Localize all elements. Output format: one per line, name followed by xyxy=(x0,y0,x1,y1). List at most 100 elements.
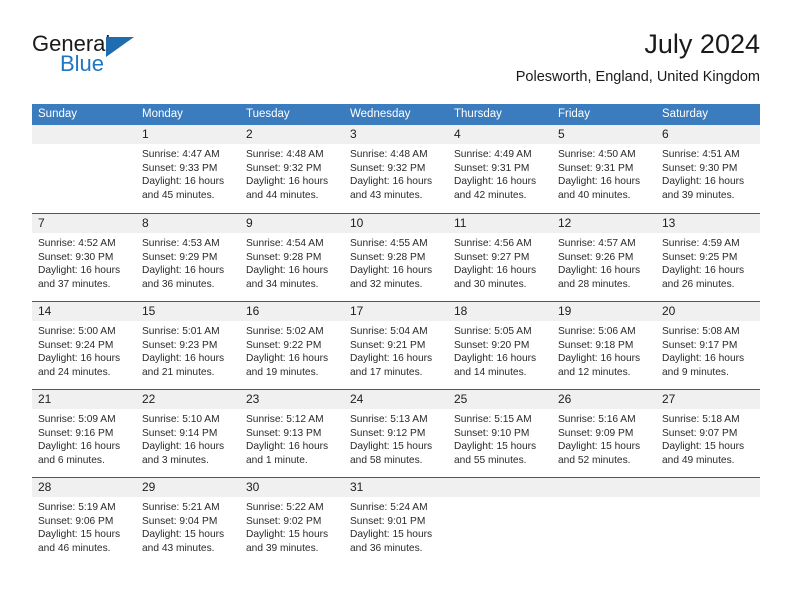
daylight-text-line1: Daylight: 15 hours xyxy=(350,441,433,453)
sunrise-text: Sunrise: 4:59 AM xyxy=(662,238,740,249)
sunset-text: Sunset: 9:01 PM xyxy=(350,515,426,527)
weekday-header-saturday: Saturday xyxy=(662,108,709,120)
sunrise-text: Sunrise: 4:49 AM xyxy=(454,149,532,160)
calendar-day-cell[interactable]: 7 Sunrise: 4:52 AM Sunset: 9:30 PM Daylight… xyxy=(32,214,136,301)
calendar-day-cell[interactable]: 30 Sunrise: 5:22 AM Sunset: 9:02 PM Dayligh… xyxy=(240,478,344,563)
calendar-cell-empty xyxy=(32,125,136,213)
sunset-text: Sunset: 9:18 PM xyxy=(558,339,634,351)
day-details: Sunrise: 5:08 AM Sunset: 9:17 PM Daylight:… xyxy=(656,321,760,379)
day-number: 22 xyxy=(136,390,240,409)
calendar-day-cell[interactable]: 10 Sunrise: 4:55 AM Sunset: 9:28 PM Dayligh… xyxy=(344,214,448,301)
location-subtitle: Polesworth, England, United Kingdom xyxy=(515,69,760,85)
day-number: 29 xyxy=(136,478,240,497)
calendar-day-cell[interactable]: 31 Sunrise: 5:24 AM Sunset: 9:01 PM Dayligh… xyxy=(344,478,448,563)
day-number: 20 xyxy=(656,302,760,321)
day-number: 30 xyxy=(240,478,344,497)
calendar-day-cell[interactable]: 2 Sunrise: 4:48 AM Sunset: 9:32 PM Daylight… xyxy=(240,125,344,213)
day-details: Sunrise: 5:12 AM Sunset: 9:13 PM Daylight:… xyxy=(240,409,344,467)
daylight-text-line2: and 24 minutes. xyxy=(38,366,111,378)
daylight-text-line1: Daylight: 16 hours xyxy=(246,265,329,277)
daylight-text-line2: and 52 minutes. xyxy=(558,454,631,466)
day-details: Sunrise: 5:09 AM Sunset: 9:16 PM Daylight:… xyxy=(32,409,136,467)
calendar-day-cell[interactable]: 25 Sunrise: 5:15 AM Sunset: 9:10 PM Dayligh… xyxy=(448,390,552,477)
day-details: Sunrise: 5:05 AM Sunset: 9:20 PM Daylight:… xyxy=(448,321,552,379)
sunrise-text: Sunrise: 4:48 AM xyxy=(350,149,428,160)
calendar-day-cell[interactable]: 18 Sunrise: 5:05 AM Sunset: 9:20 PM Dayligh… xyxy=(448,302,552,389)
calendar-day-cell[interactable]: 4 Sunrise: 4:49 AM Sunset: 9:31 PM Daylight… xyxy=(448,125,552,213)
calendar-day-cell[interactable]: 24 Sunrise: 5:13 AM Sunset: 9:12 PM Dayligh… xyxy=(344,390,448,477)
daylight-text-line2: and 42 minutes. xyxy=(454,189,527,201)
sunset-text: Sunset: 9:02 PM xyxy=(246,515,322,527)
daylight-text-line1: Daylight: 15 hours xyxy=(558,441,641,453)
calendar-day-cell[interactable]: 16 Sunrise: 5:02 AM Sunset: 9:22 PM Dayligh… xyxy=(240,302,344,389)
weekday-header-monday: Monday xyxy=(142,108,183,120)
day-details: Sunrise: 5:06 AM Sunset: 9:18 PM Daylight:… xyxy=(552,321,656,379)
sunset-text: Sunset: 9:32 PM xyxy=(246,162,322,174)
daylight-text-line2: and 12 minutes. xyxy=(558,366,631,378)
sunrise-text: Sunrise: 5:16 AM xyxy=(558,414,636,425)
daylight-text-line1: Daylight: 16 hours xyxy=(662,265,745,277)
calendar-day-cell[interactable]: 21 Sunrise: 5:09 AM Sunset: 9:16 PM Dayligh… xyxy=(32,390,136,477)
calendar-day-cell[interactable]: 17 Sunrise: 5:04 AM Sunset: 9:21 PM Dayligh… xyxy=(344,302,448,389)
day-number xyxy=(656,478,760,497)
sunrise-text: Sunrise: 5:02 AM xyxy=(246,326,324,337)
calendar-day-cell[interactable]: 6 Sunrise: 4:51 AM Sunset: 9:30 PM Daylight… xyxy=(656,125,760,213)
calendar-day-cell[interactable]: 12 Sunrise: 4:57 AM Sunset: 9:26 PM Dayligh… xyxy=(552,214,656,301)
calendar-day-cell[interactable]: 28 Sunrise: 5:19 AM Sunset: 9:06 PM Dayligh… xyxy=(32,478,136,563)
calendar-day-cell[interactable]: 3 Sunrise: 4:48 AM Sunset: 9:32 PM Daylight… xyxy=(344,125,448,213)
daylight-text-line1: Daylight: 16 hours xyxy=(246,353,329,365)
calendar-cell-empty xyxy=(552,478,656,563)
calendar-day-cell[interactable]: 22 Sunrise: 5:10 AM Sunset: 9:14 PM Dayligh… xyxy=(136,390,240,477)
daylight-text-line2: and 58 minutes. xyxy=(350,454,423,466)
calendar-day-cell[interactable]: 27 Sunrise: 5:18 AM Sunset: 9:07 PM Dayligh… xyxy=(656,390,760,477)
calendar-day-cell[interactable]: 13 Sunrise: 4:59 AM Sunset: 9:25 PM Dayligh… xyxy=(656,214,760,301)
day-details: Sunrise: 4:57 AM Sunset: 9:26 PM Daylight:… xyxy=(552,233,656,291)
daylight-text-line2: and 26 minutes. xyxy=(662,278,735,290)
sunrise-text: Sunrise: 4:47 AM xyxy=(142,149,220,160)
day-number: 27 xyxy=(656,390,760,409)
day-number: 19 xyxy=(552,302,656,321)
calendar-day-cell[interactable]: 5 Sunrise: 4:50 AM Sunset: 9:31 PM Daylight… xyxy=(552,125,656,213)
sunset-text: Sunset: 9:27 PM xyxy=(454,251,530,263)
day-number: 13 xyxy=(656,214,760,233)
calendar-day-cell[interactable]: 8 Sunrise: 4:53 AM Sunset: 9:29 PM Daylight… xyxy=(136,214,240,301)
calendar-day-cell[interactable]: 9 Sunrise: 4:54 AM Sunset: 9:28 PM Daylight… xyxy=(240,214,344,301)
daylight-text-line1: Daylight: 16 hours xyxy=(350,353,433,365)
day-number: 23 xyxy=(240,390,344,409)
day-details: Sunrise: 5:18 AM Sunset: 9:07 PM Daylight:… xyxy=(656,409,760,467)
day-number: 7 xyxy=(32,214,136,233)
sunrise-text: Sunrise: 5:19 AM xyxy=(38,502,116,513)
sunset-text: Sunset: 9:04 PM xyxy=(142,515,218,527)
calendar-day-cell[interactable]: 26 Sunrise: 5:16 AM Sunset: 9:09 PM Dayligh… xyxy=(552,390,656,477)
daylight-text-line2: and 49 minutes. xyxy=(662,454,735,466)
daylight-text-line1: Daylight: 15 hours xyxy=(246,529,329,541)
calendar-day-cell[interactable]: 14 Sunrise: 5:00 AM Sunset: 9:24 PM Dayligh… xyxy=(32,302,136,389)
daylight-text-line1: Daylight: 16 hours xyxy=(558,353,641,365)
daylight-text-line1: Daylight: 16 hours xyxy=(142,353,225,365)
general-blue-logo: General Blue xyxy=(32,32,202,84)
daylight-text-line2: and 1 minute. xyxy=(246,454,308,466)
calendar-day-cell[interactable]: 20 Sunrise: 5:08 AM Sunset: 9:17 PM Dayligh… xyxy=(656,302,760,389)
sunrise-text: Sunrise: 5:13 AM xyxy=(350,414,428,425)
daylight-text-line2: and 32 minutes. xyxy=(350,278,423,290)
day-details xyxy=(32,144,136,148)
daylight-text-line1: Daylight: 15 hours xyxy=(454,441,537,453)
weekday-header-tuesday: Tuesday xyxy=(246,108,290,120)
daylight-text-line1: Daylight: 16 hours xyxy=(662,176,745,188)
calendar-day-cell[interactable]: 19 Sunrise: 5:06 AM Sunset: 9:18 PM Dayligh… xyxy=(552,302,656,389)
calendar-day-cell[interactable]: 23 Sunrise: 5:12 AM Sunset: 9:13 PM Dayligh… xyxy=(240,390,344,477)
day-number: 11 xyxy=(448,214,552,233)
calendar-day-cell[interactable]: 29 Sunrise: 5:21 AM Sunset: 9:04 PM Dayligh… xyxy=(136,478,240,563)
sunrise-text: Sunrise: 5:06 AM xyxy=(558,326,636,337)
sunrise-text: Sunrise: 4:52 AM xyxy=(38,238,116,249)
sunset-text: Sunset: 9:12 PM xyxy=(350,427,426,439)
daylight-text-line2: and 40 minutes. xyxy=(558,189,631,201)
sunrise-text: Sunrise: 4:48 AM xyxy=(246,149,324,160)
sunset-text: Sunset: 9:14 PM xyxy=(142,427,218,439)
calendar-day-cell[interactable]: 1 Sunrise: 4:47 AM Sunset: 9:33 PM Daylight… xyxy=(136,125,240,213)
calendar-weeks: 1 Sunrise: 4:47 AM Sunset: 9:33 PM Daylight… xyxy=(32,125,760,563)
day-number: 6 xyxy=(656,125,760,144)
daylight-text-line2: and 36 minutes. xyxy=(350,542,423,554)
calendar-day-cell[interactable]: 15 Sunrise: 5:01 AM Sunset: 9:23 PM Dayligh… xyxy=(136,302,240,389)
calendar-day-cell[interactable]: 11 Sunrise: 4:56 AM Sunset: 9:27 PM Dayligh… xyxy=(448,214,552,301)
